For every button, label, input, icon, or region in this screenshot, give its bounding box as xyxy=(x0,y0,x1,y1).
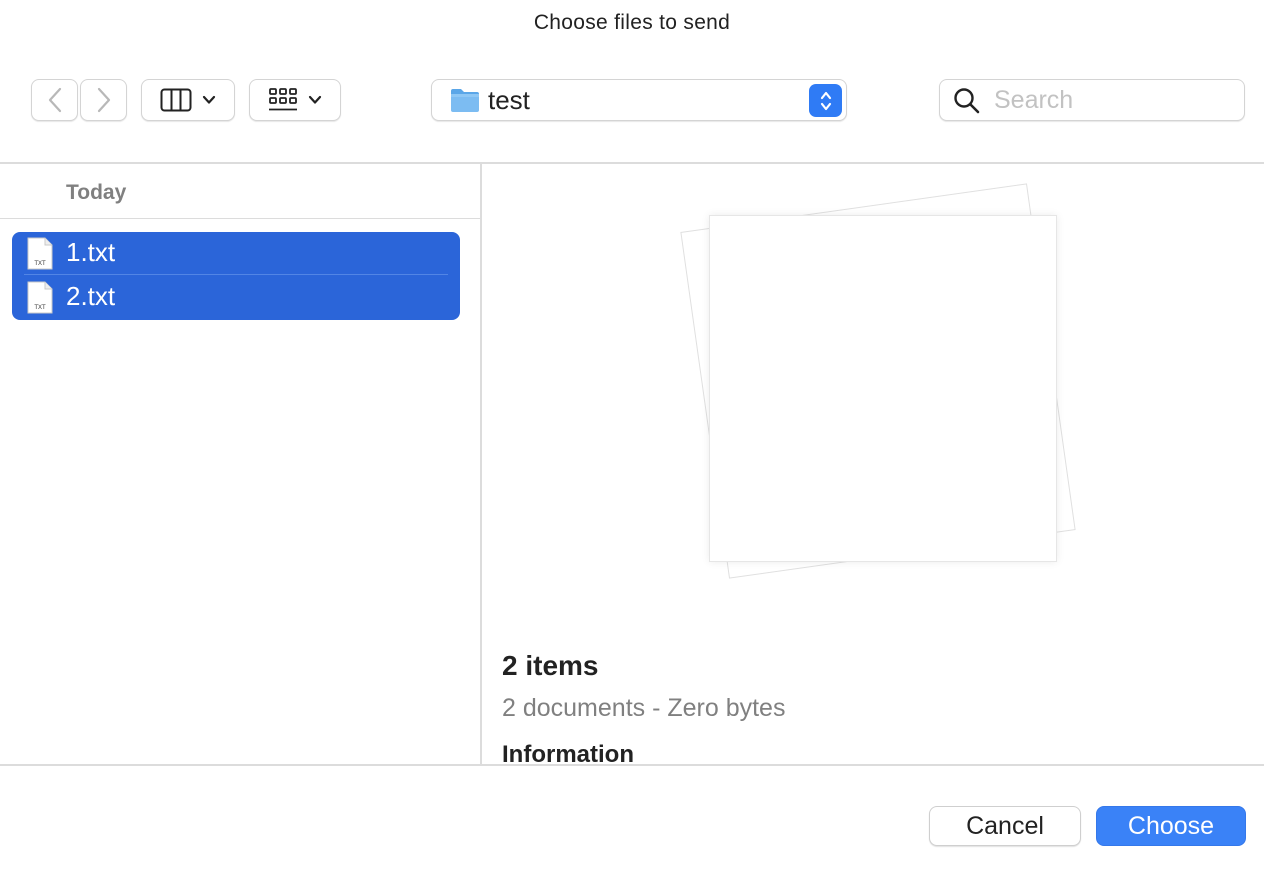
footer-divider xyxy=(0,764,1264,766)
preview-pane: 2 items 2 documents - Zero bytes Informa… xyxy=(482,164,1264,764)
up-down-chevron-icon xyxy=(820,91,831,110)
txt-badge-text: TXT xyxy=(34,261,46,267)
document-preview-front xyxy=(709,215,1057,562)
file-name: 1.txt xyxy=(66,237,116,267)
chevron-right-icon xyxy=(97,87,110,113)
file-row-1[interactable]: TXT 1.txt xyxy=(12,232,460,276)
group-mode-button[interactable] xyxy=(249,79,341,121)
group-divider xyxy=(0,218,480,219)
file-name: 2.txt xyxy=(66,281,116,311)
chevron-down-icon xyxy=(308,95,322,104)
chevron-down-icon xyxy=(202,95,216,104)
forward-button[interactable] xyxy=(80,79,127,121)
file-chooser-dialog: Choose files to send test Search Today T… xyxy=(0,0,1264,870)
preview-items-subtitle: 2 documents - Zero bytes xyxy=(502,694,786,722)
txt-file-icon: TXT xyxy=(27,281,53,314)
back-button[interactable] xyxy=(31,79,78,121)
location-popup[interactable]: test xyxy=(431,79,847,121)
row-divider xyxy=(24,274,448,275)
txt-file-icon: TXT xyxy=(27,237,53,270)
choose-button[interactable]: Choose xyxy=(1096,806,1246,846)
location-label: test xyxy=(488,85,530,115)
search-field[interactable] xyxy=(939,79,1245,121)
preview-items-title: 2 items xyxy=(502,650,599,681)
cancel-button[interactable]: Cancel xyxy=(929,806,1081,846)
location-stepper[interactable] xyxy=(809,84,842,117)
file-row-2[interactable]: TXT 2.txt xyxy=(12,276,460,320)
file-list: Today TXT 1.txt TXT 2.txt xyxy=(0,164,480,764)
folder-icon xyxy=(451,89,479,112)
search-input[interactable] xyxy=(994,85,1234,115)
information-heading: Information xyxy=(502,741,634,764)
columns-view-icon xyxy=(160,88,192,112)
chevron-left-icon xyxy=(48,87,61,113)
view-mode-button[interactable] xyxy=(141,79,235,121)
group-header-today: Today xyxy=(66,181,127,204)
icon-grid-icon xyxy=(269,88,297,111)
dialog-title: Choose files to send xyxy=(533,11,731,34)
txt-badge-text: TXT xyxy=(34,305,46,311)
search-icon xyxy=(954,88,980,114)
